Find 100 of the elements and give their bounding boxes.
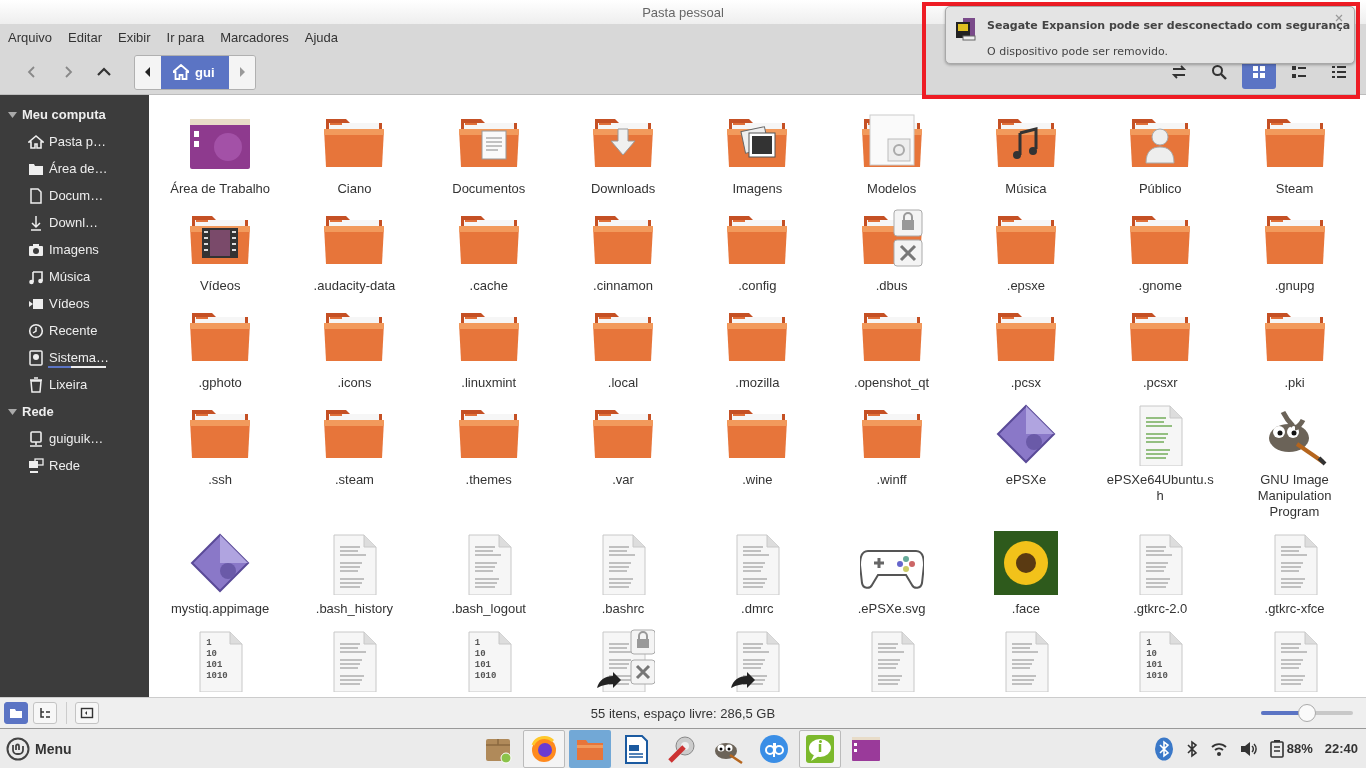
file-name[interactable]: Área de Trabalho <box>170 181 270 197</box>
sidebar-heading[interactable]: Meu computa <box>22 107 106 122</box>
sidebar-item[interactable]: Sistema… <box>49 350 109 365</box>
file-name[interactable]: .themes <box>465 472 512 488</box>
file-name[interactable]: Steam <box>1275 181 1314 197</box>
path-right-button[interactable] <box>228 55 255 89</box>
sidebar-item[interactable]: Docum… <box>49 188 104 203</box>
file-name[interactable]: .pcsxr <box>1142 375 1178 391</box>
menu-item[interactable]: Exibir <box>118 29 159 45</box>
sidebar-item[interactable]: Lixeira <box>49 377 88 392</box>
tree-icon <box>37 705 53 721</box>
trash-icon <box>28 376 44 393</box>
file-name[interactable]: .bash_logout <box>451 601 526 617</box>
file-name[interactable]: .pki <box>1284 375 1305 391</box>
bluetooth-icon[interactable] <box>1185 739 1198 758</box>
file-name[interactable]: .dbus <box>875 278 908 294</box>
music-note-icon <box>28 268 44 285</box>
file-name[interactable]: Público <box>1138 181 1182 197</box>
sidebar-item[interactable]: Pasta p… <box>49 134 107 149</box>
file-name[interactable]: .dmrc <box>741 601 774 617</box>
sidebar-item[interactable]: Downl… <box>49 215 99 230</box>
file-name[interactable]: ePSXe <box>1005 472 1047 488</box>
sidebar-item[interactable]: Imagens <box>49 242 99 257</box>
menu-item[interactable]: Editar <box>68 29 111 45</box>
sidebar-item[interactable]: Música <box>49 269 91 284</box>
file-name[interactable]: .var <box>612 472 634 488</box>
file-name[interactable]: .winff <box>876 472 907 488</box>
file-name[interactable]: Música <box>1005 181 1047 197</box>
file-name[interactable]: .epsxe <box>1006 278 1046 294</box>
file-name[interactable]: .gnome <box>1138 278 1182 294</box>
clock[interactable]: 22:40 <box>1324 741 1358 756</box>
sidebar-toggle-button[interactable] <box>75 702 99 724</box>
caret-left-icon <box>144 67 152 77</box>
file-name[interactable]: .ePSXe.svg <box>857 601 926 617</box>
file-name[interactable]: .bashrc <box>601 601 645 617</box>
file-name[interactable]: .ssh <box>208 472 233 488</box>
file-name[interactable]: Imagens <box>732 181 783 197</box>
notification-title: Seagate Expansion pode ser desconectado com segurança <box>987 19 1351 32</box>
menu-item[interactable]: Arquivo <box>8 29 61 45</box>
file-name[interactable]: Ciano <box>337 181 372 197</box>
file-name[interactable]: .face <box>1011 601 1040 617</box>
network-icon <box>28 457 44 474</box>
file-name[interactable]: .gtkrc-xfce <box>1264 601 1325 617</box>
file-name[interactable]: .bash_history <box>315 601 394 617</box>
file-name[interactable]: .pcsx <box>1010 375 1042 391</box>
places-button[interactable] <box>4 702 28 724</box>
sidebar-item[interactable]: Área de… <box>49 161 108 176</box>
notification-body: O dispositivo pode ser removido. <box>987 45 1169 58</box>
photo-placeholder <box>993 531 1058 595</box>
file-name[interactable]: .gtkrc-2.0 <box>1133 601 1188 617</box>
list-icon <box>1331 64 1347 80</box>
taskbar-app-button[interactable] <box>523 729 565 768</box>
caret-right-icon <box>237 67 246 77</box>
file-name[interactable]: .icons <box>337 375 372 391</box>
menu-button[interactable]: Menu <box>0 729 78 768</box>
battery-icon <box>1269 739 1284 758</box>
path-left-button[interactable] <box>135 55 161 89</box>
search-icon <box>1211 64 1227 80</box>
swap-arrows-icon <box>1171 64 1187 80</box>
file-name[interactable]: Downloads <box>590 181 656 197</box>
drive-icon <box>955 17 977 41</box>
sidebar-item[interactable]: Rede <box>49 458 81 473</box>
home-icon <box>173 64 189 80</box>
file-name[interactable]: ePSXe64Ubuntu.sh <box>1105 472 1216 504</box>
sidebar-item[interactable]: Vídeos <box>49 296 90 311</box>
file-name[interactable]: .gphoto <box>198 375 242 391</box>
battery-percent[interactable]: 88% <box>1286 741 1313 756</box>
computer-icon <box>28 430 44 447</box>
sidebar-item[interactable]: guiguik… <box>49 431 104 446</box>
zoom-slider[interactable] <box>1261 704 1353 722</box>
file-name[interactable]: .cinnamon <box>593 278 654 294</box>
file-name[interactable]: .openshot_qt <box>854 375 930 391</box>
file-name[interactable]: .mozilla <box>735 375 780 391</box>
sidebar-heading[interactable]: Rede <box>22 404 54 419</box>
file-name[interactable]: Modelos <box>867 181 917 197</box>
file-name[interactable]: .linuxmint <box>461 375 517 391</box>
file-name[interactable]: .gnupg <box>1274 278 1315 294</box>
file-name[interactable]: .config <box>738 278 777 294</box>
file-name[interactable]: .audacity-data <box>313 278 396 294</box>
file-name[interactable]: .cache <box>469 278 508 294</box>
path-button[interactable]: gui <box>161 55 229 89</box>
file-name[interactable]: .steam <box>334 472 374 488</box>
file-name[interactable]: Documentos <box>452 181 526 197</box>
menu-item[interactable]: Ajuda <box>304 29 347 45</box>
wifi-icon[interactable] <box>1209 740 1228 757</box>
clock-icon <box>28 322 44 339</box>
menu-item[interactable]: Ir para <box>166 29 213 45</box>
mint-logo-icon <box>6 736 30 761</box>
close-icon <box>1335 14 1343 22</box>
file-name[interactable]: GNU Image Manipulation Program <box>1239 472 1350 520</box>
sidebar-item[interactable]: Recente <box>49 323 98 338</box>
volume-icon[interactable] <box>1239 740 1258 757</box>
file-name[interactable]: mystiq.appimage <box>171 601 270 617</box>
file-name[interactable]: .local <box>607 375 639 391</box>
menu-item[interactable]: Marcadores <box>220 29 297 45</box>
tree-view-button[interactable] <box>33 702 57 724</box>
file-name[interactable]: Vídeos <box>199 278 241 294</box>
binary-file-icon: 1 10 101 1010 <box>456 628 521 692</box>
file-name[interactable]: .wine <box>742 472 773 488</box>
panel-icon <box>80 706 94 720</box>
